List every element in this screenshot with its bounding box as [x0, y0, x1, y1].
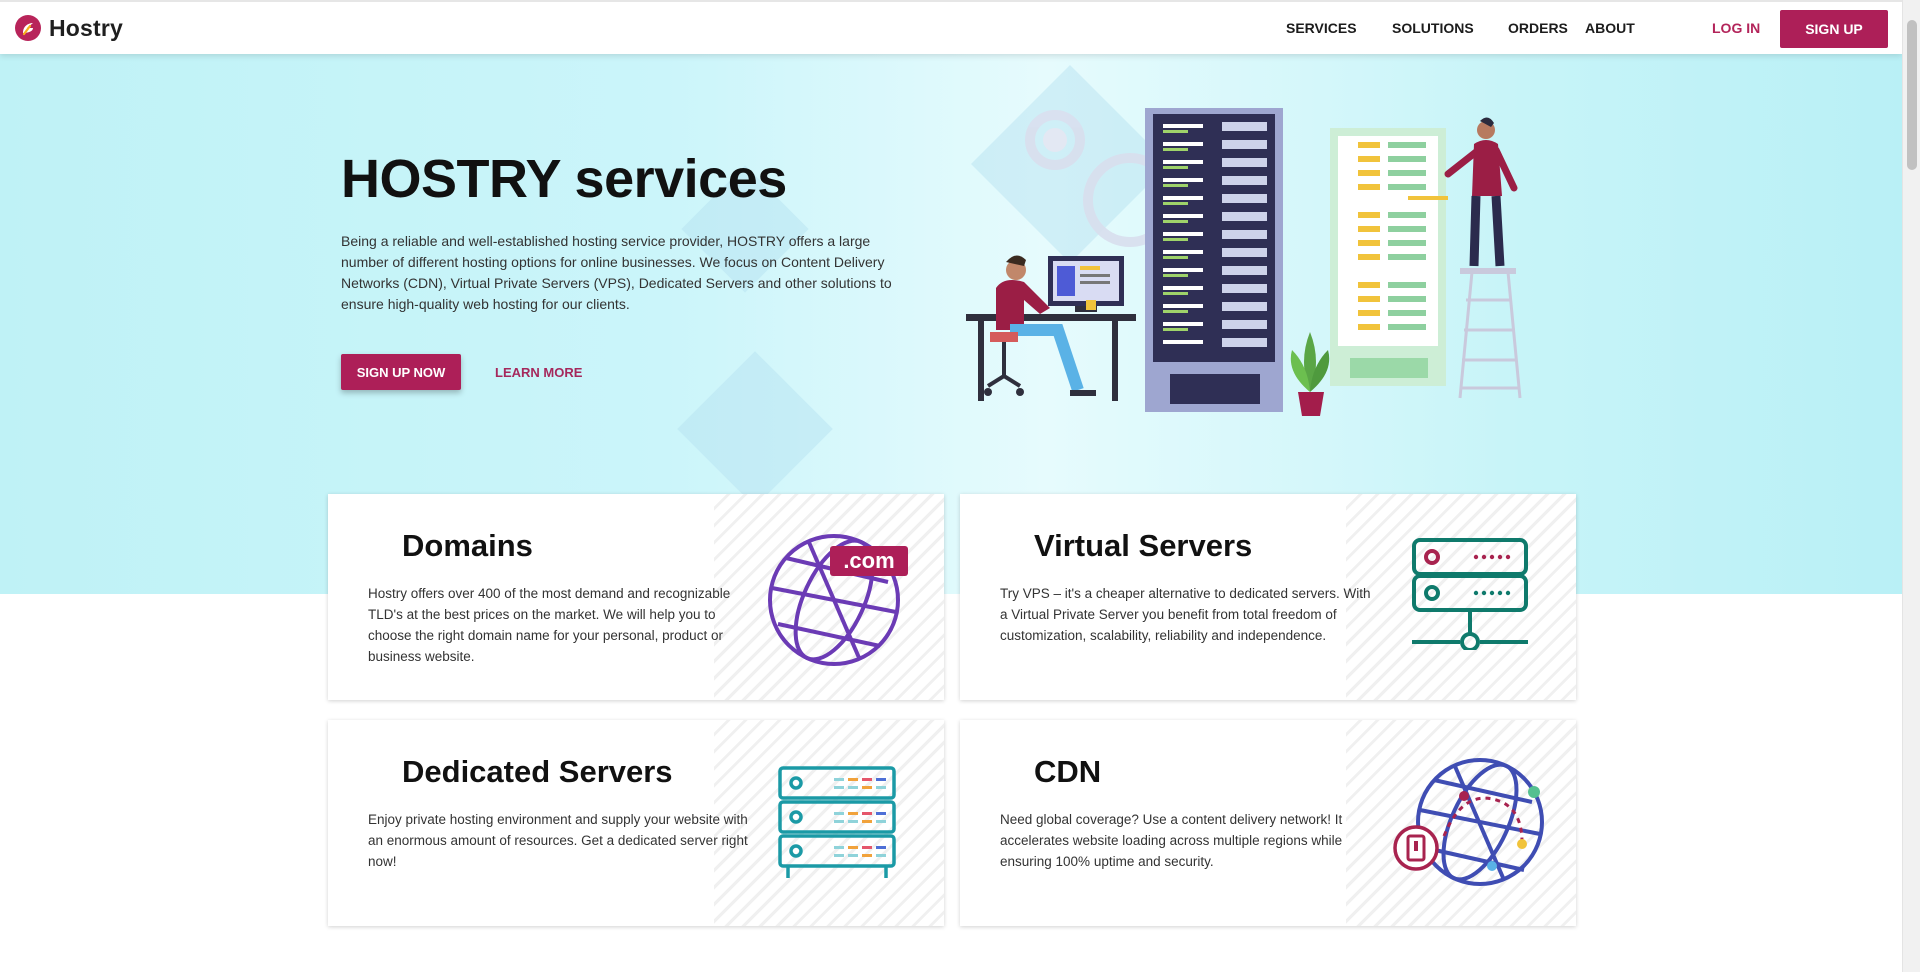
nav-solutions[interactable]: SOLUTIONS: [1392, 20, 1474, 36]
card-description: Try VPS – it's a cheaper alternative to …: [1000, 586, 1371, 643]
card-title: CDN: [1034, 754, 1102, 789]
com-badge: .com: [843, 548, 894, 573]
learn-more-link[interactable]: LEARN MORE: [495, 365, 582, 380]
login-link[interactable]: LOG IN: [1712, 20, 1760, 36]
server-rack-icon: [778, 766, 896, 878]
scrollbar-thumb[interactable]: [1907, 20, 1917, 170]
nav-orders[interactable]: ORDERS: [1508, 20, 1568, 36]
service-card-domains[interactable]: Domains Hostry offers over 400 of the mo…: [328, 494, 944, 700]
card-title: Domains: [402, 528, 533, 563]
signup-now-button[interactable]: SIGN UP NOW: [341, 354, 461, 390]
logo[interactable]: Hostry: [14, 14, 123, 42]
card-title: Dedicated Servers: [402, 754, 673, 789]
logo-text: Hostry: [49, 14, 124, 41]
hero-bg-shape: [677, 351, 833, 507]
vps-server-icon: [1412, 538, 1528, 650]
service-card-virtual-servers[interactable]: Virtual Servers Try VPS – it's a cheaper…: [960, 494, 1576, 700]
globe-com-icon: .com: [768, 534, 908, 666]
service-card-dedicated-servers[interactable]: Dedicated Servers Enjoy private hosting …: [328, 720, 944, 926]
service-card-cdn[interactable]: CDN Need global coverage? Use a content …: [960, 720, 1576, 926]
hero-description: Being a reliable and well-established ho…: [341, 233, 892, 312]
card-description: Enjoy private hosting environment and su…: [368, 812, 748, 869]
top-navbar: Hostry SERVICES SOLUTIONS ORDERS ABOUT L…: [0, 0, 1902, 54]
datacenter-illustration: [966, 108, 1522, 416]
nav-about[interactable]: ABOUT: [1585, 20, 1635, 36]
signup-button[interactable]: SIGN UP: [1780, 10, 1888, 48]
hero-section: HOSTRY services Being a reliable and wel…: [0, 54, 1902, 594]
hostry-logo-icon: [15, 15, 41, 41]
card-description: Need global coverage? Use a content deli…: [1000, 812, 1343, 869]
nav-services[interactable]: SERVICES: [1286, 20, 1357, 36]
card-description: Hostry offers over 400 of the most deman…: [368, 586, 731, 664]
card-title: Virtual Servers: [1034, 528, 1253, 563]
page-scrollbar[interactable]: [1902, 0, 1920, 972]
page-title: HOSTRY services: [341, 149, 787, 209]
cdn-globe-icon: [1393, 758, 1544, 886]
